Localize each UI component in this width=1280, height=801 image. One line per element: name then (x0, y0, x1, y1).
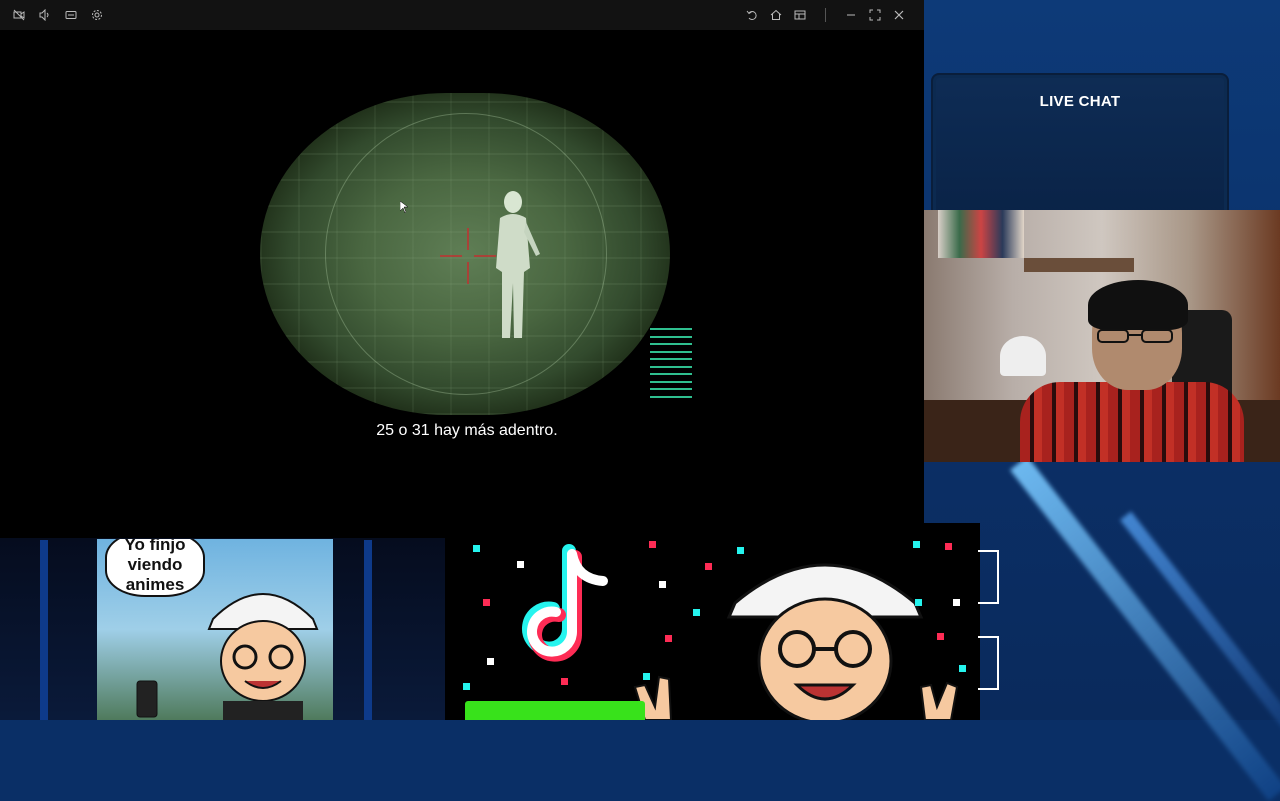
rotate-icon (746, 10, 757, 20)
mouse-cursor-icon (400, 201, 408, 213)
toolbar-separator (825, 8, 826, 22)
signal-bars (650, 328, 692, 398)
webcam-person-hair (1088, 280, 1188, 330)
frame-bracket (978, 636, 999, 690)
volume-icon (39, 9, 49, 21)
captions-icon (65, 11, 77, 19)
confetti (517, 561, 524, 568)
confetti (945, 543, 952, 550)
live-chat-title: LIVE CHAT (1039, 93, 1121, 110)
phone-icon (136, 680, 158, 718)
confetti (693, 609, 700, 616)
webcam-helmet (1000, 336, 1046, 376)
subtitle-text: 25 o 31 hay más adentro. (376, 422, 558, 439)
tiktok-banner (445, 523, 980, 720)
home-button[interactable] (765, 4, 787, 26)
minimize-button[interactable] (840, 4, 862, 26)
confetti (915, 599, 922, 606)
progress-bar-fill (465, 701, 645, 720)
volume-button[interactable] (34, 4, 56, 26)
minimize-icon (847, 14, 855, 16)
scope-view[interactable] (260, 93, 670, 415)
confetti (913, 541, 920, 548)
rotate-button[interactable] (741, 4, 763, 26)
settings-button[interactable] (86, 4, 108, 26)
media-player-window: 25 o 31 hay más adentro. (0, 0, 924, 538)
engineer-character (207, 593, 319, 720)
speech-line: animes (125, 575, 185, 594)
deco-stripe (40, 540, 48, 720)
frame-bracket (978, 550, 999, 604)
confetti (483, 599, 490, 606)
webcam-poster (938, 210, 1024, 258)
confetti (659, 581, 666, 588)
confetti (665, 635, 672, 642)
player-titlebar (0, 0, 924, 30)
no-video-button[interactable] (8, 4, 30, 26)
toolbar-left (8, 4, 108, 26)
confetti (737, 547, 744, 554)
home-icon (770, 9, 782, 20)
fullscreen-icon (869, 9, 881, 21)
confetti (649, 541, 656, 548)
speech-bubble: Yo finjo viendo animes (105, 539, 205, 597)
crosshair-reticle (440, 228, 496, 284)
webcam-feed (924, 210, 1280, 462)
confetti (705, 563, 712, 570)
live-chat-panel: LIVE CHAT (931, 73, 1229, 217)
settings-icon (92, 10, 102, 20)
deco-stripe (364, 540, 372, 720)
tiktok-logo-icon (522, 544, 608, 662)
speech-line: Yo finjo (124, 539, 186, 554)
confetti (463, 683, 470, 690)
webcam-shelf (1024, 258, 1134, 272)
speech-line: viendo (127, 555, 183, 574)
layout-icon (794, 10, 806, 20)
webcam-person-shirt (1020, 382, 1244, 462)
captions-button[interactable] (60, 4, 82, 26)
confetti (959, 665, 966, 672)
confetti (953, 599, 960, 606)
toolbar-right (741, 4, 910, 26)
confetti (561, 678, 568, 685)
close-button[interactable] (888, 4, 910, 26)
close-icon (894, 10, 904, 20)
confetti (937, 633, 944, 640)
fullscreen-button[interactable] (864, 4, 886, 26)
no-video-icon (13, 9, 25, 21)
webcam-glasses (1097, 329, 1173, 343)
engineer-character (633, 563, 959, 720)
comic-panel: Yo finjo viendo animes (97, 539, 333, 720)
confetti (487, 658, 494, 665)
confetti (473, 545, 480, 552)
confetti (643, 673, 650, 680)
layout-button[interactable] (789, 4, 811, 26)
